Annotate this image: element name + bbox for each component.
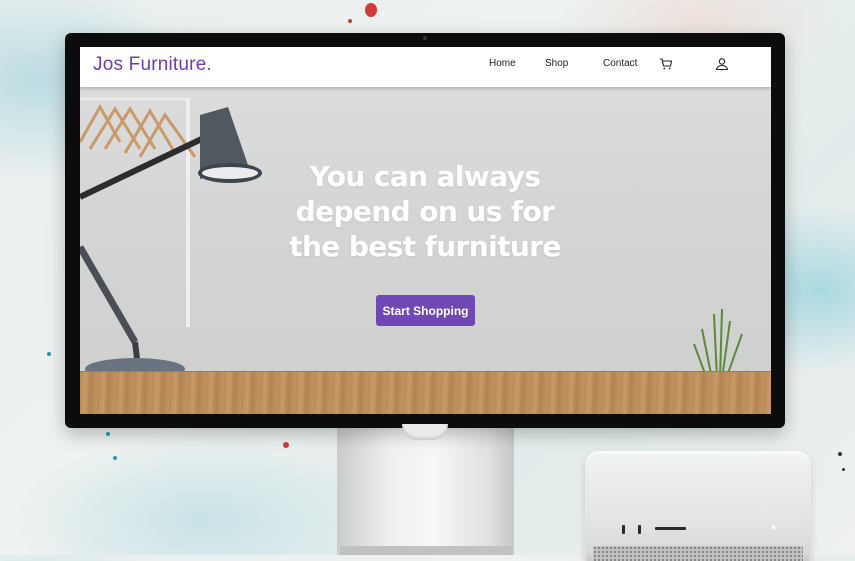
monitor-stand-foot <box>340 546 512 555</box>
user-icon[interactable] <box>715 57 729 71</box>
nav-link-contact[interactable]: Contact <box>603 58 637 69</box>
usb-port <box>638 525 641 534</box>
nav-link-home[interactable]: Home <box>489 58 516 69</box>
monitor: Jos Furniture. Home Shop Contact You can… <box>65 33 785 428</box>
website-screen: Jos Furniture. Home Shop Contact You can… <box>80 47 771 414</box>
monitor-stand <box>337 428 514 555</box>
vent-grille <box>593 546 803 561</box>
paint-fleck <box>106 432 110 436</box>
sd-card-slot <box>655 527 686 530</box>
mac-studio-device <box>585 451 811 561</box>
paint-fleck <box>348 19 352 23</box>
cart-icon[interactable] <box>659 57 673 71</box>
start-shopping-button[interactable]: Start Shopping <box>376 295 475 326</box>
paint-fleck <box>365 3 377 17</box>
navbar: Jos Furniture. Home Shop Contact <box>80 47 771 87</box>
power-led <box>772 526 775 529</box>
paint-fleck <box>113 456 117 460</box>
usb-port <box>622 525 625 534</box>
paint-fleck <box>283 442 289 448</box>
hero-section: You can always depend on us for the best… <box>80 87 771 414</box>
nav-link-shop[interactable]: Shop <box>545 58 568 69</box>
hero-heading: You can always depend on us for the best… <box>289 160 561 263</box>
desk-lamp-image <box>80 107 262 389</box>
wooden-desk <box>80 371 771 414</box>
brand-logo[interactable]: Jos Furniture. <box>93 54 212 76</box>
plant-image <box>693 309 743 379</box>
paint-fleck <box>47 352 51 356</box>
paint-fleck <box>838 452 842 456</box>
monitor-camera <box>423 36 427 40</box>
paint-fleck <box>842 468 845 471</box>
